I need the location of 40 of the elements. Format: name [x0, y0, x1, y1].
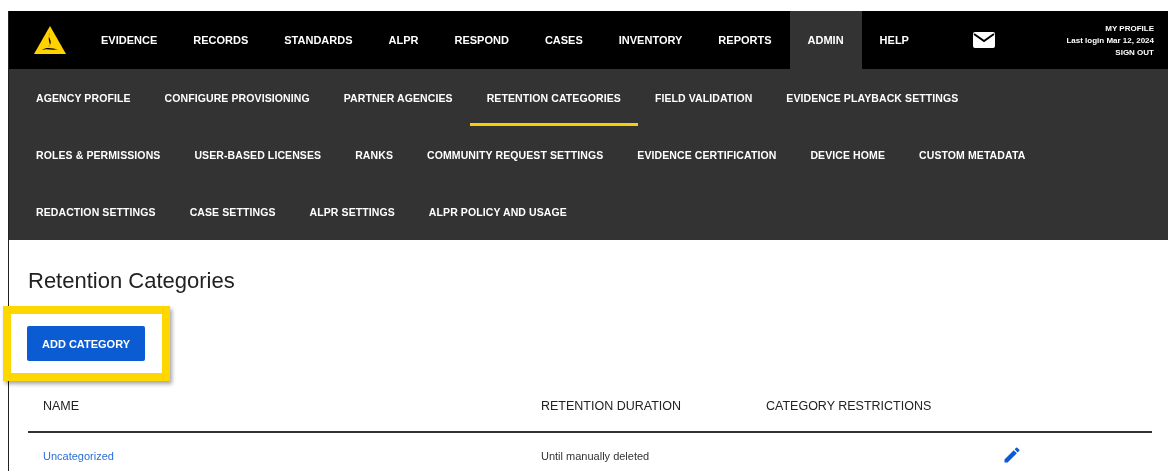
column-header: CATEGORY RESTRICTIONS	[766, 399, 933, 413]
settings-tab[interactable]: DEVICE HOME	[793, 126, 902, 183]
settings-tab[interactable]: ALPR SETTINGS	[292, 183, 412, 240]
mail-icon[interactable]	[972, 32, 995, 48]
nav-tab[interactable]: HELP	[861, 11, 927, 69]
settings-tab[interactable]: COMMUNITY REQUEST SETTINGS	[410, 126, 621, 183]
settings-tab[interactable]: REDACTION SETTINGS	[19, 183, 173, 240]
category-link[interactable]: Uncategorized	[43, 450, 541, 462]
settings-tab[interactable]: EVIDENCE CERTIFICATION	[620, 126, 794, 183]
settings-tab[interactable]: FIELD VALIDATION	[637, 69, 770, 126]
page-title: Retention Categories	[28, 268, 236, 294]
table-cell-text: Until manually deleted	[541, 450, 651, 462]
settings-tab[interactable]: RANKS	[338, 126, 411, 183]
settings-tab[interactable]: CASE SETTINGS	[172, 183, 293, 240]
nav-tab[interactable]: INVENTORY	[600, 11, 701, 69]
sign-out-link[interactable]: SIGN OUT	[1115, 47, 1154, 57]
nav-tab[interactable]: ALPR	[370, 11, 437, 69]
add-category-button[interactable]: ADD CATEGORY	[27, 326, 145, 361]
settings-tab[interactable]: EVIDENCE PLAYBACK SETTINGS	[769, 69, 976, 126]
nav-tab[interactable]: ADMIN	[789, 11, 862, 69]
settings-tab[interactable]: PARTNER AGENCIES	[326, 69, 470, 126]
settings-tab[interactable]: USER-BASED LICENSES	[177, 126, 339, 183]
nav-tab[interactable]: STANDARDS	[266, 11, 371, 69]
nav-tab[interactable]: REPORTS	[700, 11, 790, 69]
settings-tab[interactable]: ALPR POLICY AND USAGE	[411, 183, 584, 240]
column-header: NAME	[43, 399, 81, 413]
nav-tab[interactable]: RESPOND	[436, 11, 527, 69]
nav-tab[interactable]: RECORDS	[175, 11, 267, 69]
nav-tab[interactable]: EVIDENCE	[83, 11, 176, 69]
settings-tab[interactable]: RETENTION CATEGORIES	[469, 69, 638, 126]
nav-tab[interactable]: CASES	[526, 11, 601, 69]
my-profile-link[interactable]: MY PROFILE	[1105, 23, 1154, 33]
settings-tab[interactable]: CONFIGURE PROVISIONING	[147, 69, 327, 126]
edit-icon[interactable]	[1002, 445, 1022, 465]
last-login-text: Last login Mar 12, 2024	[1066, 35, 1154, 45]
logo-icon	[33, 25, 67, 55]
column-header: RETENTION DURATION	[541, 399, 683, 413]
settings-tab[interactable]: AGENCY PROFILE	[19, 69, 148, 126]
settings-tab[interactable]: ROLES & PERMISSIONS	[19, 126, 178, 183]
settings-tab[interactable]: CUSTOM METADATA	[902, 126, 1043, 183]
